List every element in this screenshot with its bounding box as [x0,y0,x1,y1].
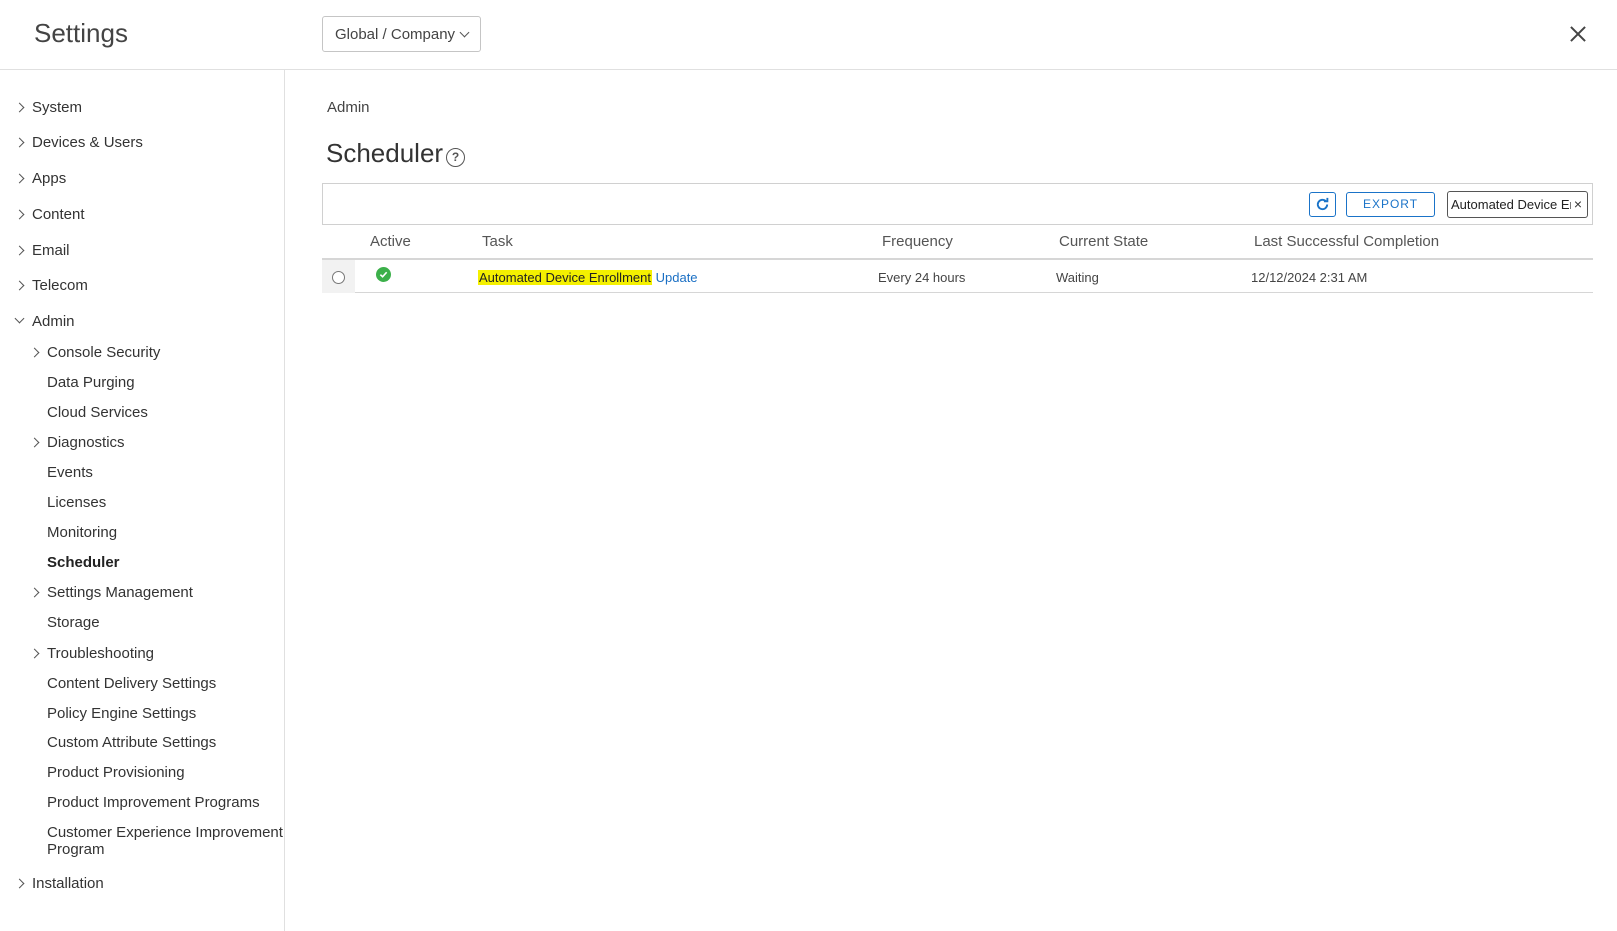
sidebar-item-label: Product Improvement Programs [47,794,260,811]
column-header-current-state[interactable]: Current State [1059,233,1148,250]
sidebar-item-label: Custom Attribute Settings [47,734,217,751]
sidebar-item-label: Policy Engine Settings [47,705,197,722]
chevron-down-icon [459,27,470,37]
org-selector-label: Global / Company [335,25,456,43]
breadcrumb[interactable]: Admin [327,99,370,116]
chevron-right-icon [29,347,40,358]
column-header-last-successful-completion[interactable]: Last Successful Completion [1254,233,1439,250]
column-header-frequency[interactable]: Frequency [882,233,953,250]
chevron-right-icon [14,245,25,256]
sidebar-nav: System Devices & Users Apps Content Emai… [0,70,285,931]
sidebar-item-label: Content Delivery Settings [47,675,217,692]
sidebar-item-label: System [32,99,83,116]
sidebar-item-label: Monitoring [47,524,118,541]
sidebar-item-label: Admin [32,313,75,330]
refresh-icon [1316,197,1329,211]
grid-toolbar: EXPORT × [322,183,1593,225]
chevron-right-icon [29,587,40,598]
row-radio-button[interactable] [332,271,345,284]
task-update-link[interactable]: Update [656,270,698,285]
clear-search-icon[interactable]: × [1574,196,1582,213]
state-cell: Waiting [1056,270,1099,285]
row-select-cell[interactable] [322,260,355,293]
sidebar-item-label: Apps [32,170,67,187]
sidebar-item-label: Storage [47,614,100,631]
column-header-task[interactable]: Task [482,233,513,250]
sidebar-item-label: Product Provisioning [47,764,185,781]
chevron-right-icon [29,437,40,448]
chevron-right-icon [14,137,25,148]
task-cell: Automated Device Enrollment Update [478,270,698,285]
sidebar-item-label: Licenses [47,494,107,511]
export-button[interactable]: EXPORT [1346,192,1435,217]
sidebar-item-label: Email [32,242,70,259]
chevron-right-icon [14,280,25,291]
sidebar-item-label: Telecom [32,277,88,294]
chevron-down-icon [14,313,25,324]
search-field[interactable]: × [1447,191,1588,218]
sidebar-item-label: Events [47,464,93,481]
chevron-right-icon [14,209,25,220]
sidebar-item-label: Diagnostics [47,434,125,451]
frequency-cell: Every 24 hours [878,270,966,285]
sidebar-item-label: Customer Experience Improvement Program [47,824,283,858]
app-title: Settings [34,18,128,48]
sidebar-item-label: Cloud Services [47,404,148,421]
task-name-highlighted: Automated Device Enrollment [478,270,652,285]
help-icon[interactable]: ? [446,148,465,167]
sidebar-item-label: Data Purging [47,374,135,391]
grid-header: Active Task Frequency Current State Last… [322,225,1593,260]
sidebar-item-label: Content [32,206,85,223]
sidebar-item-label: Console Security [47,344,161,361]
chevron-right-icon [14,173,25,184]
chevron-right-icon [29,648,40,659]
top-bar: Settings Global / Company [0,0,1617,70]
sidebar-item-label: Installation [32,875,104,892]
last-completion-cell: 12/12/2024 2:31 AM [1251,270,1368,285]
chevron-right-icon [14,102,25,113]
column-header-active[interactable]: Active [370,233,411,250]
check-circle-icon [376,267,391,282]
sidebar-item-label: Settings Management [47,584,193,601]
page-title: Scheduler [326,138,444,168]
chevron-right-icon [14,878,25,889]
sidebar-item-label: Devices & Users [32,134,143,151]
refresh-button[interactable] [1309,192,1336,217]
search-input[interactable] [1451,195,1571,214]
sidebar-item-label: Scheduler [47,554,120,571]
close-icon[interactable] [1566,22,1590,46]
org-selector-dropdown[interactable]: Global / Company [322,16,481,52]
sidebar-item-label: Troubleshooting [47,645,155,662]
